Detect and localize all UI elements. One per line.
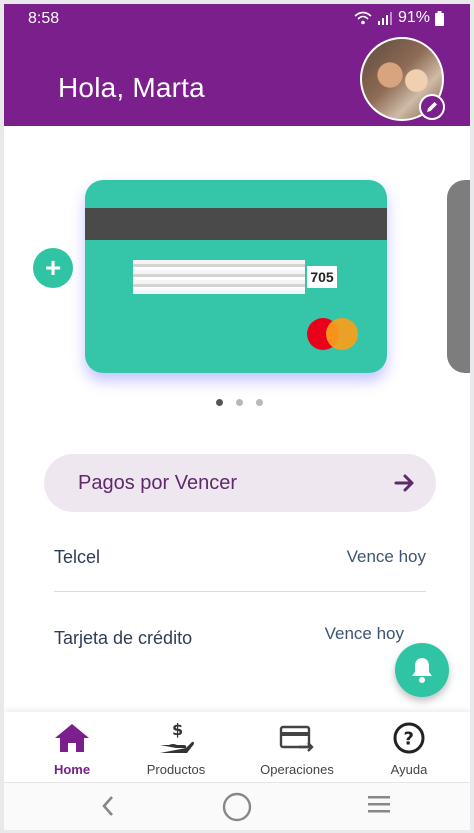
battery-percent: 91% — [397, 9, 430, 26]
app-screen: 8:58 91% Hola, Marta + 705 Pagos por Ven… — [4, 4, 470, 830]
due-item-label: Tarjeta de crédito — [54, 628, 193, 648]
bell-icon — [412, 658, 432, 683]
pencil-icon — [427, 102, 437, 112]
signature-strip — [133, 260, 305, 294]
nav-ayuda[interactable]: ? Ayuda — [359, 720, 459, 777]
system-recents-button[interactable] — [367, 793, 391, 822]
nav-productos[interactable]: $ Productos — [126, 720, 226, 777]
add-card-button[interactable]: + — [33, 248, 73, 288]
system-home-button[interactable] — [221, 791, 253, 828]
carousel-dot[interactable] — [216, 399, 223, 406]
carousel-dots — [216, 399, 263, 406]
card-cvv: 705 — [307, 266, 337, 288]
svg-text:$: $ — [172, 721, 183, 739]
status-indicators: 91% — [354, 9, 444, 27]
due-item-label: Telcel — [54, 547, 101, 567]
due-item-status: Vence hoy — [324, 624, 404, 643]
app-header: 8:58 91% Hola, Marta — [4, 4, 470, 126]
plus-icon: + — [44, 252, 62, 283]
home-circle-icon — [222, 792, 252, 822]
edit-avatar-button[interactable] — [419, 94, 445, 120]
divider — [54, 591, 426, 592]
pagos-title: Pagos por Vencer — [78, 471, 237, 494]
due-item-status: Vence hoy — [346, 547, 426, 566]
nav-label: Home — [53, 762, 91, 777]
credit-card[interactable]: 705 — [85, 180, 387, 373]
hand-dollar-icon: $ — [160, 721, 194, 753]
notifications-button[interactable] — [395, 643, 449, 697]
bottom-nav: Home $ Productos Operaciones ? Ayuda — [4, 712, 470, 782]
status-time: 8:58 — [28, 10, 60, 27]
signal-icon — [377, 12, 392, 25]
carousel-dot[interactable] — [256, 399, 263, 406]
battery-icon — [435, 10, 444, 26]
system-nav-bar — [4, 782, 470, 830]
carousel-dot[interactable] — [236, 399, 243, 406]
system-back-button[interactable] — [100, 795, 116, 822]
pagos-por-vencer-button[interactable]: Pagos por Vencer — [44, 454, 436, 512]
help-icon: ? — [393, 722, 425, 754]
nav-label: Productos — [146, 762, 206, 777]
wifi-icon — [354, 11, 372, 25]
nav-home[interactable]: Home — [22, 720, 122, 777]
mastercard-orange-circle — [326, 318, 358, 350]
arrow-right-icon — [394, 474, 414, 492]
menu-lines-icon — [368, 796, 390, 813]
back-chevron-icon — [102, 796, 113, 816]
magnetic-stripe — [85, 208, 387, 240]
greeting-title: Hola, Marta — [58, 72, 205, 103]
nav-operaciones[interactable]: Operaciones — [247, 720, 347, 777]
card-transfer-icon — [279, 725, 314, 752]
nav-label: Ayuda — [390, 762, 428, 777]
next-card-peek[interactable] — [447, 180, 470, 373]
svg-text:?: ? — [404, 729, 414, 750]
mastercard-logo — [307, 318, 359, 352]
nav-label: Operaciones — [260, 762, 334, 777]
home-icon — [55, 724, 89, 752]
